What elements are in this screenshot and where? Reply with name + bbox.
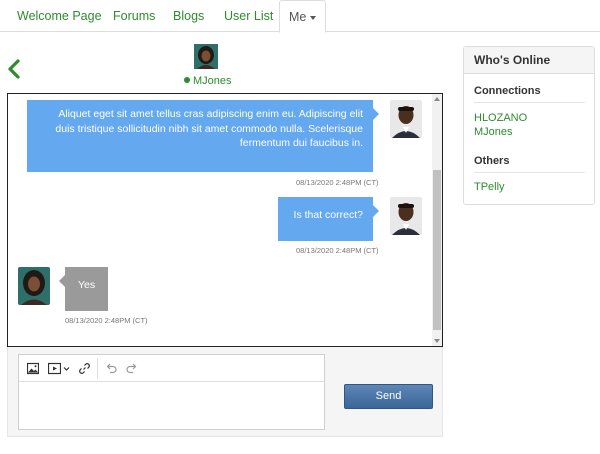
message-bubble-sent: Is that correct? bbox=[278, 197, 379, 241]
peer-status[interactable]: MJones bbox=[184, 75, 232, 87]
video-icon[interactable] bbox=[48, 362, 61, 375]
panel-title: Who's Online bbox=[464, 47, 594, 74]
connections-heading: Connections bbox=[474, 85, 541, 97]
scroll-down-arrow-icon[interactable] bbox=[434, 339, 440, 343]
message-text: Is that correct? bbox=[293, 209, 363, 221]
divider bbox=[474, 102, 585, 103]
my-avatar bbox=[390, 197, 422, 235]
online-user-link[interactable]: TPelly bbox=[474, 181, 505, 193]
image-icon[interactable] bbox=[27, 362, 39, 375]
tab-me-label: Me bbox=[289, 10, 307, 24]
whos-online-panel: Who's Online Connections HLOZANO MJones … bbox=[463, 46, 595, 205]
message-text: Yes bbox=[78, 279, 96, 291]
editor-toolbar bbox=[19, 355, 324, 382]
message-timestamp: 08/13/2020 2:48PM (CT) bbox=[65, 316, 148, 325]
others-heading: Others bbox=[474, 155, 510, 167]
tab-me[interactable]: Me bbox=[279, 0, 327, 33]
top-nav: Welcome Page Forums Blogs User List Me bbox=[0, 0, 600, 33]
peer-avatar bbox=[18, 267, 50, 305]
message-bubble-received: Yes bbox=[59, 267, 108, 311]
message-composer: Send bbox=[7, 347, 443, 437]
my-avatar bbox=[390, 100, 422, 138]
scrollbar-thumb[interactable] bbox=[433, 170, 441, 330]
caret-down-icon bbox=[310, 15, 317, 20]
message-timestamp: 08/13/2020 2:48PM (CT) bbox=[296, 178, 379, 187]
scroll-up-arrow-icon[interactable] bbox=[434, 97, 440, 101]
online-user-link[interactable]: MJones bbox=[474, 126, 513, 138]
message-timestamp: 08/13/2020 2:48PM (CT) bbox=[296, 246, 379, 255]
message-bubble-sent: Aliquet eget sit amet tellus cras adipis… bbox=[27, 100, 379, 172]
chevron-left-icon[interactable] bbox=[6, 58, 22, 80]
peer-avatar bbox=[194, 44, 218, 69]
chevron-down-icon[interactable] bbox=[63, 362, 70, 375]
chat-messages[interactable]: Aliquet eget sit amet tellus cras adipis… bbox=[7, 93, 443, 347]
tab-blogs[interactable]: Blogs bbox=[173, 0, 204, 32]
redo-icon[interactable] bbox=[126, 362, 138, 375]
link-icon[interactable] bbox=[78, 362, 91, 375]
tab-forums[interactable]: Forums bbox=[113, 0, 155, 32]
message-editor[interactable] bbox=[18, 354, 325, 430]
tab-user-list[interactable]: User List bbox=[224, 0, 273, 32]
divider bbox=[474, 172, 585, 173]
toolbar-separator bbox=[97, 358, 98, 379]
online-user-link[interactable]: HLOZANO bbox=[474, 112, 527, 124]
tab-welcome-page[interactable]: Welcome Page bbox=[17, 0, 102, 32]
send-button[interactable]: Send bbox=[344, 384, 433, 409]
online-status-dot bbox=[184, 77, 190, 84]
chat-scrollbar[interactable] bbox=[432, 94, 442, 346]
peer-name: MJones bbox=[193, 75, 232, 87]
message-text: Aliquet eget sit amet tellus cras adipis… bbox=[55, 108, 363, 149]
undo-icon[interactable] bbox=[105, 362, 117, 375]
